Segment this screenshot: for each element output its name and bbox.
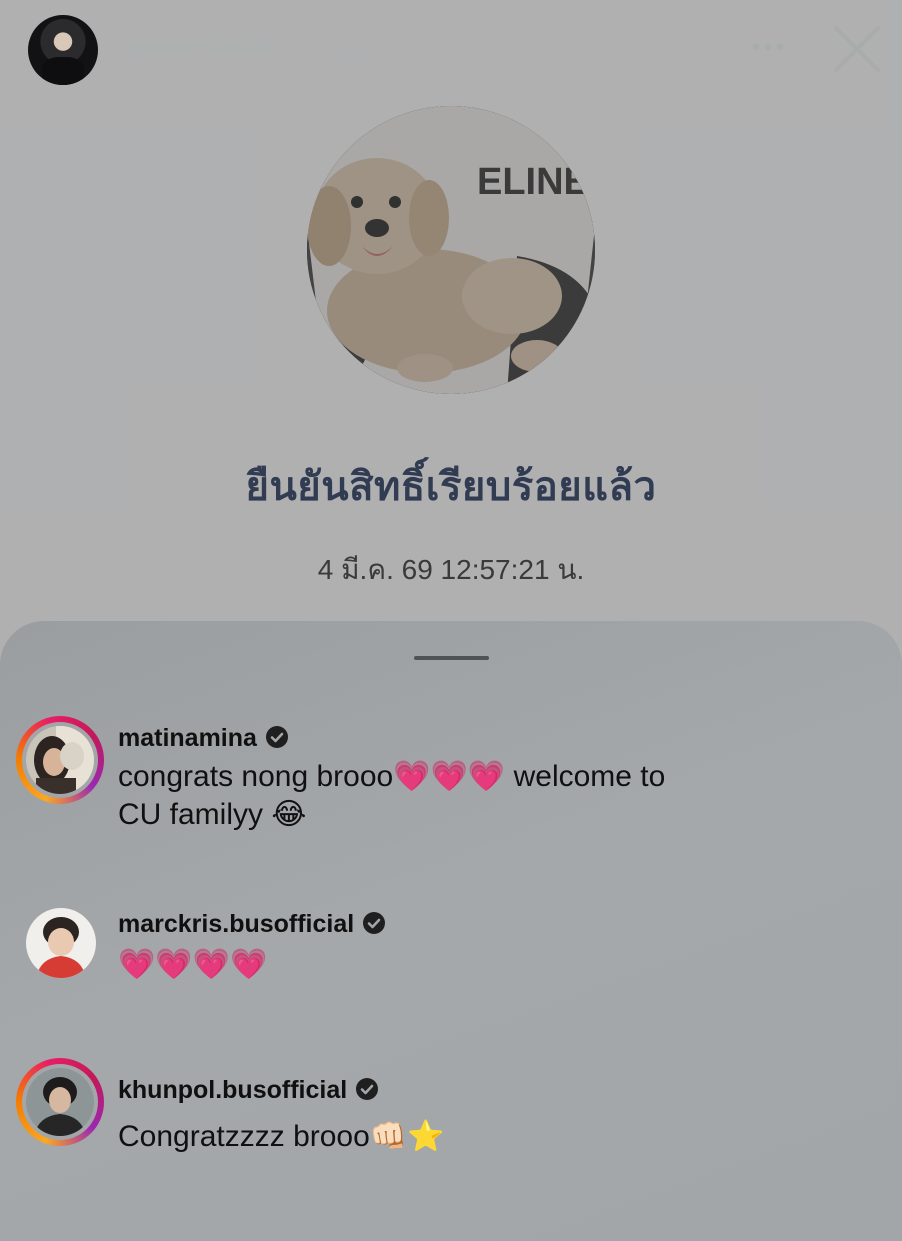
story-header: peemtanat 3 ชม.	[0, 0, 902, 100]
avatar[interactable]	[26, 726, 94, 794]
reactions-sheet[interactable]: matinamina congrats nong brooo💗💗💗 welcom…	[0, 621, 902, 1241]
avatar[interactable]	[26, 1068, 94, 1136]
comment-text: congrats nong brooo💗💗💗 welcome to CU fam…	[118, 760, 666, 831]
verified-badge-icon	[265, 726, 288, 748]
comment-item: marckris.busofficial 💗💗💗💗	[0, 906, 902, 1006]
comment-text: Congratzzzz brooo👊🏻⭐	[118, 1120, 445, 1153]
close-icon[interactable]	[832, 24, 882, 74]
sheet-drag-handle[interactable]	[414, 656, 489, 660]
verified-badge-icon	[356, 1078, 379, 1100]
comment-username[interactable]: matinamina	[118, 724, 289, 753]
story-time: 3 ชม.	[310, 39, 377, 69]
verified-badge-icon	[363, 912, 386, 934]
comment-item: matinamina congrats nong brooo💗💗💗 welcom…	[0, 716, 902, 846]
comment-username[interactable]: khunpol.busofficial	[118, 1076, 379, 1105]
comment-username[interactable]: marckris.busofficial	[118, 910, 386, 939]
more-horizontal-icon[interactable]	[748, 32, 788, 62]
story-owner-username[interactable]: peemtanat	[126, 30, 276, 64]
comment-text: 💗💗💗💗	[118, 948, 268, 981]
avatar[interactable]	[26, 908, 96, 978]
comment-item: khunpol.busofficial Congratzzzz brooo👊🏻⭐	[0, 1058, 902, 1168]
story-owner-avatar[interactable]	[28, 15, 98, 85]
